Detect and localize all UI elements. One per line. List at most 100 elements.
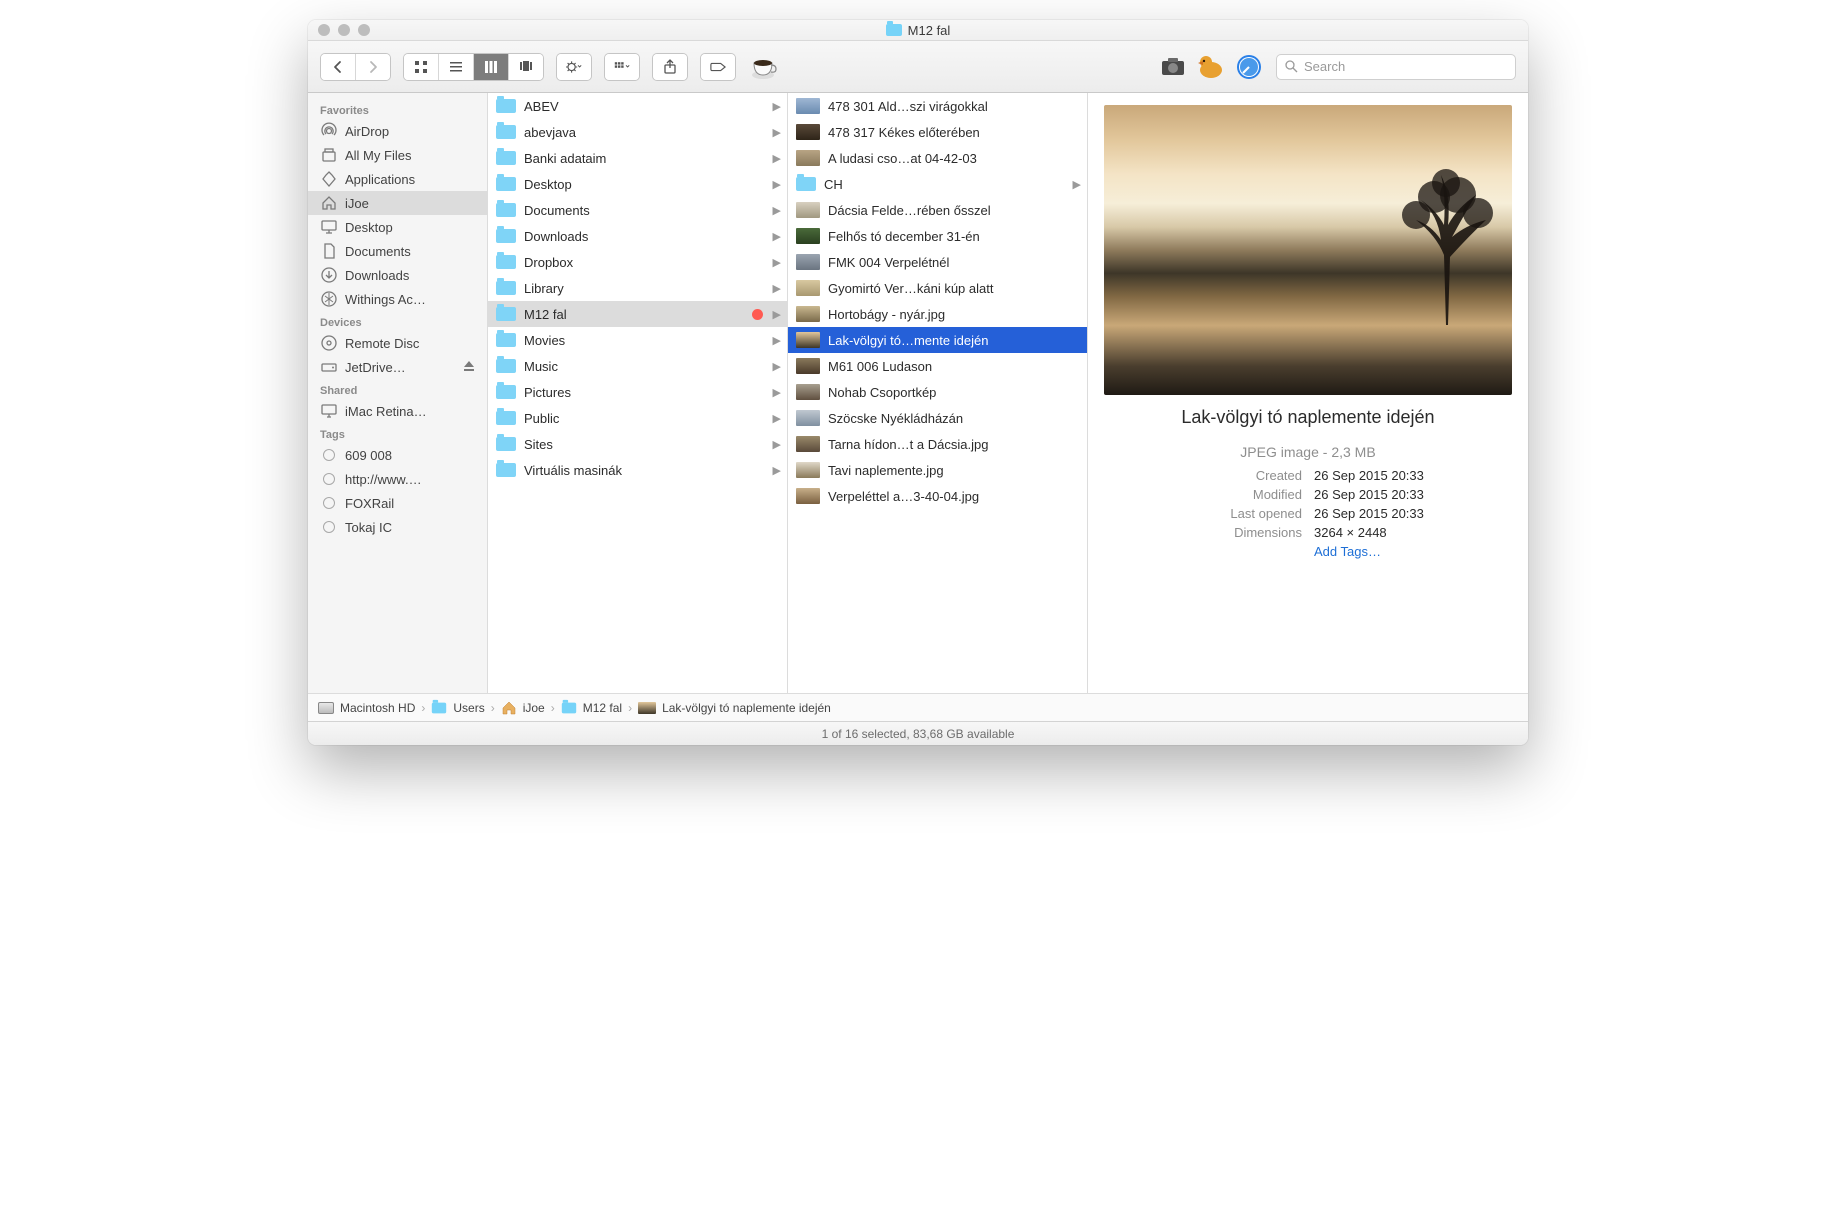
airdrop-icon [320,122,338,140]
titlebar: M12 fal [308,20,1528,41]
disclosure-arrow-icon: ▶ [773,334,781,347]
folder-row[interactable]: CH▶ [788,171,1087,197]
sidebar-item[interactable]: Applications [308,167,487,191]
caffeine-icon[interactable] [748,52,778,82]
folder-row[interactable]: Documents▶ [488,197,787,223]
folder-row[interactable]: ABEV▶ [488,93,787,119]
thumb-icon [638,702,656,714]
file-row[interactable]: Tarna hídon…t a Dácsia.jpg [788,431,1087,457]
folder-row[interactable]: Sites▶ [488,431,787,457]
row-name: CH [824,177,1079,192]
sidebar-item-label: Downloads [345,268,409,283]
folder-row[interactable]: M12 fal▶ [488,301,787,327]
folder-icon [496,463,516,477]
folder-row[interactable]: Virtuális masinák▶ [488,457,787,483]
coverflow-view-button[interactable] [509,54,543,80]
list-view-button[interactable] [439,54,474,80]
path-segment[interactable]: Macintosh HD [340,701,415,715]
sidebar-item-label: 609 008 [345,448,392,463]
path-segment[interactable]: Lak-völgyi tó naplemente idején [662,701,831,715]
forward-button[interactable] [356,54,390,80]
row-name: abevjava [524,125,779,140]
column-view-button[interactable] [474,54,509,80]
sidebar-item[interactable]: Desktop [308,215,487,239]
row-name: Desktop [524,177,779,192]
sidebar-item[interactable]: 609 008 [308,443,487,467]
preview-image[interactable] [1104,105,1512,395]
file-row[interactable]: Gyomirtó Ver…káni kúp alatt [788,275,1087,301]
icon-view-button[interactable] [404,54,439,80]
sidebar-item[interactable]: iMac Retina… [308,399,487,423]
sidebar-item[interactable]: Remote Disc [308,331,487,355]
file-row[interactable]: Felhős tó december 31-én [788,223,1087,249]
folder-row[interactable]: Public▶ [488,405,787,431]
sidebar-item[interactable]: Downloads [308,263,487,287]
file-row[interactable]: Tavi naplemente.jpg [788,457,1087,483]
folder-row[interactable]: Desktop▶ [488,171,787,197]
folder-row[interactable]: Banki adataim▶ [488,145,787,171]
file-row[interactable]: Hortobágy - nyár.jpg [788,301,1087,327]
path-segment[interactable]: M12 fal [583,701,622,715]
file-row[interactable]: Verpeléttel a…3-40-04.jpg [788,483,1087,509]
file-row[interactable]: Nohab Csoportkép [788,379,1087,405]
sidebar-item[interactable]: http://www.… [308,467,487,491]
safari-icon[interactable] [1234,52,1264,82]
file-row[interactable]: 478 301 Ald…szi virágokkal [788,93,1087,119]
file-row[interactable]: A ludasi cso…at 04-42-03 [788,145,1087,171]
path-separator: › [421,701,425,715]
minimize-button[interactable] [338,24,350,36]
arrange-menu-button[interactable] [605,54,639,80]
action-menu-button[interactable] [557,54,591,80]
sidebar-section-header: Shared [308,379,487,399]
image-capture-icon[interactable] [1158,52,1188,82]
path-segment[interactable]: Users [453,701,484,715]
folder-row[interactable]: Music▶ [488,353,787,379]
path-segment[interactable]: iJoe [523,701,545,715]
share-button[interactable] [653,54,687,80]
folder-icon [496,307,516,321]
folder-icon [496,151,516,165]
search-icon [1285,60,1298,73]
file-row[interactable]: FMK 004 Verpelétnél [788,249,1087,275]
thumbnail-icon [796,98,820,114]
zoom-button[interactable] [358,24,370,36]
sidebar-item[interactable]: AirDrop [308,119,487,143]
sidebar-item[interactable]: iJoe [308,191,487,215]
sidebar-item-label: iJoe [345,196,369,211]
file-row[interactable]: Dácsia Felde…rében ősszel [788,197,1087,223]
column-2[interactable]: 478 301 Ald…szi virágokkal 478 317 Kékes … [788,93,1088,693]
sidebar-item[interactable]: FOXRail [308,491,487,515]
back-button[interactable] [321,54,356,80]
sidebar-item[interactable]: All My Files [308,143,487,167]
file-row[interactable]: Lak-völgyi tó…mente idején [788,327,1087,353]
folder-row[interactable]: Movies▶ [488,327,787,353]
file-row[interactable]: Szöcske Nyékládházán [788,405,1087,431]
sidebar-section-header: Tags [308,423,487,443]
sidebar-item[interactable]: Tokaj IC [308,515,487,539]
eject-icon[interactable] [463,360,475,375]
row-name: Gyomirtó Ver…káni kúp alatt [828,281,1079,296]
search-field[interactable]: Search [1276,54,1516,80]
folder-row[interactable]: Library▶ [488,275,787,301]
column-1[interactable]: ABEV▶abevjava▶Banki adataim▶Desktop▶Docu… [488,93,788,693]
sidebar-item[interactable]: Documents [308,239,487,263]
folder-row[interactable]: Dropbox▶ [488,249,787,275]
folder-row[interactable]: Pictures▶ [488,379,787,405]
close-button[interactable] [318,24,330,36]
sidebar-item[interactable]: JetDrive… [308,355,487,379]
file-row[interactable]: 478 317 Kékes előterében [788,119,1087,145]
folder-icon [496,177,516,191]
folder-row[interactable]: abevjava▶ [488,119,787,145]
thumbnail-icon [796,228,820,244]
disclosure-arrow-icon: ▶ [1073,178,1081,191]
nav-buttons [320,53,391,81]
tags-button[interactable] [701,54,735,80]
sidebar-item[interactable]: Withings Ac… [308,287,487,311]
folder-icon [496,385,516,399]
row-name: 478 317 Kékes előterében [828,125,1079,140]
add-tags-link[interactable]: Add Tags… [1314,544,1512,559]
file-row[interactable]: M61 006 Ludason [788,353,1087,379]
cyberduck-icon[interactable] [1196,52,1226,82]
folder-row[interactable]: Downloads▶ [488,223,787,249]
row-name: Szöcske Nyékládházán [828,411,1079,426]
